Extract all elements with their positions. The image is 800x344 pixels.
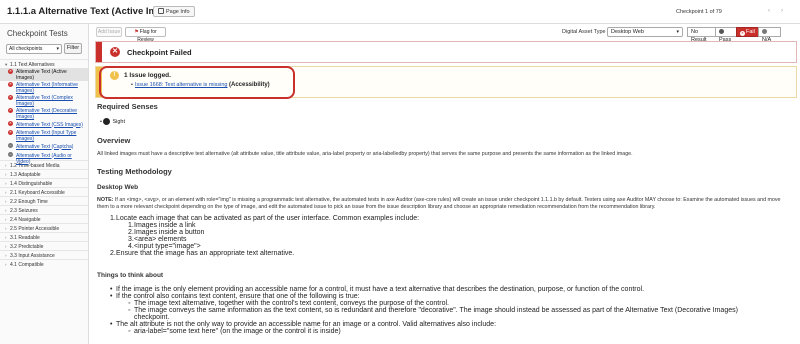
sidebar-section-1-4[interactable]: › 1.4 Distinguishable — [0, 178, 88, 187]
sidebar-item-decorative-images[interactable]: ✕ Alternative Text (Decorative Images) — [0, 107, 88, 120]
fail-icon: ✕ — [740, 30, 745, 36]
examples-list: 1. Images inside a link 2. Images inside a… — [110, 222, 770, 250]
flag-for-review-button[interactable]: ⚑Flag for Review — [125, 27, 166, 43]
sidebar-section-1-1[interactable]: ▾ 1.1 Text Alternatives — [0, 59, 88, 68]
things-to-think-about-heading: Things to think about — [97, 272, 164, 279]
list-item: • If the control also contains text conte… — [110, 293, 360, 300]
asset-type-select[interactable]: Desktop Web ▾ — [607, 27, 683, 37]
sidebar-section-2-5[interactable]: › 2.5 Pointer Accessible — [0, 223, 88, 232]
filter-button[interactable]: Filter — [64, 43, 82, 54]
desktop-web-heading: Desktop Web — [97, 184, 139, 191]
not-applicable-button[interactable]: N/A — [758, 27, 781, 43]
fail-status-icon: ✕ — [8, 82, 13, 87]
sidebar-section-2-4[interactable]: › 2.4 Navigable — [0, 214, 88, 223]
error-icon: ✕ — [110, 47, 120, 57]
highlight-annotation — [99, 66, 295, 99]
list-item: 1. Locate each image that can be activate… — [110, 215, 420, 222]
sidebar-item-css-images[interactable]: ✕ Alternative Text (CSS Images) — [0, 120, 88, 129]
flag-icon: ⚑ — [134, 29, 139, 35]
checkpoint-filter-select[interactable]: All checkpoints ▾ — [6, 44, 62, 54]
asset-type-value: Desktop Web — [611, 29, 644, 35]
next-checkpoint-button[interactable]: › — [781, 8, 783, 14]
sense-item: • Sight — [100, 118, 126, 125]
pass-button[interactable]: Pass — [715, 27, 737, 43]
fail-button[interactable]: ✕ Fail — [736, 27, 759, 37]
overview-text: All linked images must have a descriptiv… — [97, 151, 633, 157]
sidebar-section-2-3[interactable]: › 2.3 Seizures — [0, 205, 88, 214]
list-item: 2. Images inside a button — [128, 229, 205, 236]
chevron-down-icon: ▾ — [676, 29, 679, 35]
page-info-label: Page Info — [166, 9, 190, 15]
page-info-icon — [158, 8, 164, 14]
sidebar-section-3-2[interactable]: › 3.2 Predictable — [0, 241, 88, 250]
fail-status-icon: ✕ — [8, 69, 13, 74]
sidebar-item-complex-images[interactable]: ✕ Alternative Text (Complex Images) — [0, 94, 88, 107]
page-info-button[interactable]: Page Info — [153, 6, 195, 17]
list-item: ◦ aria-label="some text here" (on the ima… — [128, 328, 341, 335]
fail-status-icon: ✕ — [8, 95, 13, 100]
status-bar — [96, 42, 102, 62]
asset-type-label: Digital Asset Type — [562, 29, 606, 35]
sidebar-section-2-2[interactable]: › 2.2 Enough Time — [0, 196, 88, 205]
things-list: • If the image is the only element provid… — [110, 286, 770, 335]
steps-list: 1. Locate each image that can be activate… — [110, 215, 770, 257]
list-item: • The alt attribute is not the only way t… — [110, 321, 497, 328]
fail-status-icon: ✕ — [8, 130, 13, 135]
top-bar: 1.1.1.a Alternative Text (Active Images)… — [0, 0, 800, 24]
sidebar-item-informative-images[interactable]: ✕ Alternative Text (Informative Images) — [0, 81, 88, 94]
note-text: If an <img>, <svg>, or an element with r… — [97, 197, 781, 210]
not-applicable-icon — [762, 28, 767, 34]
things-sublist: ◦ aria-label="some text here" (on the ima… — [110, 328, 770, 335]
not-applicable-status-icon: – — [8, 152, 13, 157]
sidebar-item-audio-video[interactable]: – Alternative Text (Audio or Video) — [0, 151, 88, 165]
list-item: 2. Ensure that the image has an appropria… — [110, 250, 295, 257]
no-result-button[interactable]: No Result — [687, 27, 716, 43]
note-paragraph: NOTE: If an <img>, <svg>, or an element … — [97, 197, 787, 211]
list-item: 4. <input type="image"> — [128, 243, 201, 250]
result-button-group: No Result Pass ✕ Fail N/A — [687, 27, 781, 43]
note-label: NOTE: — [97, 197, 114, 203]
add-issue-button[interactable]: Add Issue — [96, 27, 122, 37]
sidebar-item-captcha[interactable]: – Alternative Text (Captcha) — [0, 142, 88, 151]
sidebar-item-active-images[interactable]: ✕ Alternative Text (Active Images) — [0, 68, 88, 81]
sidebar-section-1-3[interactable]: › 1.3 Adaptable — [0, 169, 88, 178]
not-applicable-status-icon: – — [8, 143, 13, 148]
checkpoint-list: ▾ 1.1 Text Alternatives ✕ Alternative Text… — [0, 59, 88, 268]
filter-select-value: All checkpoints — [9, 46, 43, 52]
list-item: • If the image is the only element provid… — [110, 286, 645, 293]
list-item: 1. Images inside a link — [128, 222, 196, 229]
sidebar-section-2-1[interactable]: › 2.1 Keyboard Accessible — [0, 187, 88, 196]
checkpoint-counter: Checkpoint 1 of 79 — [676, 9, 722, 15]
previous-checkpoint-button[interactable]: ‹ — [768, 8, 770, 14]
overview-heading: Overview — [97, 136, 131, 145]
list-item: 3. <area> elements — [128, 236, 187, 243]
sidebar-section-3-1[interactable]: › 3.1 Readable — [0, 232, 88, 241]
toolbar: Add Issue ⚑Flag for Review Digital Asset… — [90, 24, 800, 43]
sidebar-section-3-3[interactable]: › 3.3 Input Assistance — [0, 250, 88, 259]
chevron-down-icon: ▾ — [56, 46, 59, 52]
sidebar-section-1-2[interactable]: › 1.2 Time-based Media — [0, 160, 88, 169]
fail-status-icon: ✕ — [8, 108, 13, 113]
fail-status-icon: ✕ — [8, 121, 13, 126]
sidebar-section-4-1[interactable]: › 4.1 Compatible — [0, 259, 88, 268]
eye-icon — [103, 118, 111, 125]
required-senses-heading: Required Senses — [97, 102, 158, 111]
testing-methodology-heading: Testing Methodology — [97, 167, 172, 176]
main-panel: Add Issue ⚑Flag for Review Digital Asset… — [90, 24, 800, 344]
things-sublist: ◦ The image text alternative, together wi… — [110, 300, 770, 321]
sidebar-item-input-type-images[interactable]: ✕ Alternative Text (Input Type Images) — [0, 129, 88, 142]
sidebar-title: Checkpoint Tests — [7, 29, 68, 38]
list-item: ◦ The image text alternative, together wi… — [128, 300, 449, 307]
list-item: ◦ The image conveys the same information … — [128, 307, 738, 321]
sidebar: Checkpoint Tests All checkpoints ▾ Filter… — [0, 24, 89, 344]
checkpoint-failed-banner: ✕ Checkpoint Failed — [95, 41, 797, 63]
pass-icon — [719, 28, 724, 34]
status-message: Checkpoint Failed — [127, 48, 192, 57]
